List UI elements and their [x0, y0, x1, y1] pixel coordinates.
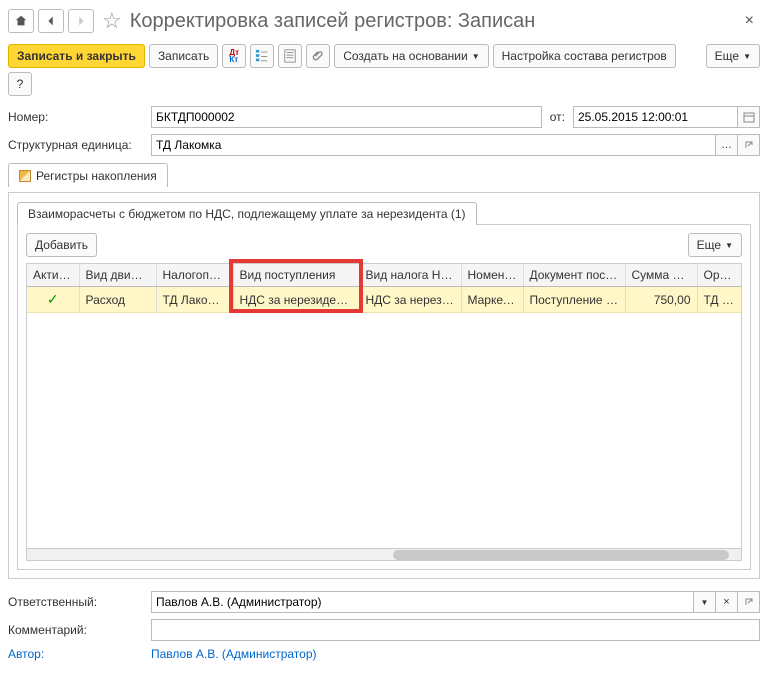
responsible-label: Ответственный:	[8, 595, 143, 609]
caret-down-icon: ▼	[725, 241, 733, 250]
responsible-dropdown-button[interactable]: ▼	[694, 591, 716, 613]
scrollbar-thumb[interactable]	[393, 550, 729, 560]
doc-lines-icon	[283, 49, 297, 63]
save-close-button[interactable]: Записать и закрыть	[8, 44, 145, 68]
calendar-button[interactable]	[738, 106, 760, 128]
page-title: Корректировка записей регистров: Записан	[130, 10, 735, 33]
kt-icon: Кт	[229, 56, 239, 63]
tree-icon	[255, 49, 269, 63]
col-vat-type[interactable]: Вид налога НДС	[359, 264, 461, 287]
table-empty-area	[27, 313, 741, 548]
cell-movement: Расход	[79, 287, 156, 313]
create-based-button[interactable]: Создать на основании▼	[334, 44, 488, 68]
col-receipt-type[interactable]: Вид поступления	[233, 264, 359, 287]
structural-input[interactable]	[151, 134, 716, 156]
col-document[interactable]: Документ поступ...	[523, 264, 625, 287]
from-label: от:	[550, 110, 565, 124]
caret-down-icon: ▼	[743, 52, 751, 61]
arrow-left-icon	[44, 14, 58, 28]
more-button[interactable]: Еще▼	[706, 44, 760, 68]
author-label[interactable]: Автор:	[8, 647, 143, 661]
structural-open-button[interactable]	[738, 134, 760, 156]
forward-button	[68, 9, 94, 33]
caret-down-icon: ▼	[701, 598, 709, 607]
date-input[interactable]	[573, 106, 738, 128]
cell-doc: Поступление ТМ...	[523, 287, 625, 313]
col-movement[interactable]: Вид движен...	[79, 264, 156, 287]
save-button[interactable]: Записать	[149, 44, 218, 68]
attachment-button[interactable]	[306, 44, 330, 68]
structural-ellipsis-button[interactable]: …	[716, 134, 738, 156]
subtab-vat-settlements[interactable]: Взаиморасчеты с бюджетом по НДС, подлежа…	[17, 202, 477, 225]
back-button[interactable]	[38, 9, 64, 33]
main-panel: Взаиморасчеты с бюджетом по НДС, подлежа…	[8, 192, 760, 579]
help-button[interactable]: ?	[8, 72, 32, 96]
number-input[interactable]	[151, 106, 542, 128]
favorite-icon[interactable]: ☆	[102, 8, 122, 34]
data-table[interactable]: Активн... Вид движен... Налогоплат... Ви…	[26, 263, 742, 561]
cell-payer: ТД Лакомка	[156, 287, 233, 313]
comment-label: Комментарий:	[8, 623, 143, 637]
caret-down-icon: ▼	[472, 52, 480, 61]
cell-receipt-type: НДС за нерезидента	[233, 287, 359, 313]
structure-button[interactable]	[250, 44, 274, 68]
tab-accumulation-registers[interactable]: Регистры накопления	[8, 163, 168, 187]
calendar-icon	[743, 111, 755, 123]
responsible-clear-button[interactable]: ×	[716, 591, 738, 613]
comment-input[interactable]	[151, 619, 760, 641]
arrow-right-icon	[74, 14, 88, 28]
col-active[interactable]: Активн...	[27, 264, 79, 287]
cell-vat-type: НДС за нерезиде...	[359, 287, 461, 313]
dtkt-button[interactable]: ДтКт	[222, 44, 246, 68]
col-org[interactable]: Органи	[697, 264, 742, 287]
table-more-button[interactable]: Еще▼	[688, 233, 742, 257]
registers-setup-button[interactable]: Настройка состава регистров	[493, 44, 676, 68]
col-nomenclature[interactable]: Номенкл...	[461, 264, 523, 287]
number-label: Номер:	[8, 110, 143, 124]
structural-label: Структурная единица:	[8, 138, 143, 152]
cell-sum: 750,00	[625, 287, 697, 313]
home-button[interactable]	[8, 9, 34, 33]
responsible-open-button[interactable]	[738, 591, 760, 613]
close-button[interactable]: ×	[739, 12, 760, 30]
author-link[interactable]: Павлов А.В. (Администратор)	[151, 647, 317, 661]
register-icon	[19, 170, 31, 182]
home-icon	[14, 14, 28, 28]
sub-panel: Добавить Еще▼ Активн... Вид движен... На…	[17, 224, 751, 570]
add-button[interactable]: Добавить	[26, 233, 97, 257]
clip-icon	[311, 49, 325, 63]
col-sum[interactable]: Сумма НДС	[625, 264, 697, 287]
open-icon	[744, 597, 754, 607]
table-row[interactable]: ✓ Расход ТД Лакомка НДС за нерезидента Н…	[27, 287, 742, 313]
cell-nomen: Маркети...	[461, 287, 523, 313]
col-payer[interactable]: Налогоплат...	[156, 264, 233, 287]
open-icon	[744, 140, 754, 150]
active-check-icon: ✓	[33, 291, 73, 308]
document-button[interactable]	[278, 44, 302, 68]
cell-org: ТД Лак	[697, 287, 742, 313]
horizontal-scrollbar[interactable]	[27, 548, 741, 560]
responsible-input[interactable]	[151, 591, 694, 613]
